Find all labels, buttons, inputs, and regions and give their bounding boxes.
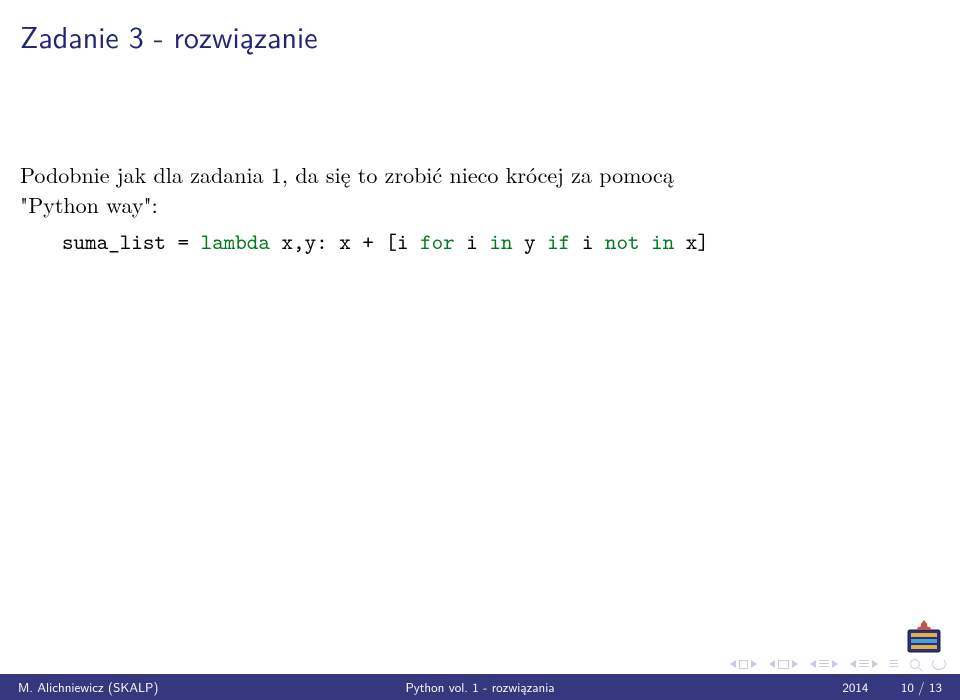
kw-in: in <box>651 227 674 256</box>
code-text: y <box>513 227 548 256</box>
footer-title: Python vol. 1 - rozwiązania <box>326 678 634 697</box>
code-text: x] <box>674 227 709 256</box>
nav-slide-group <box>730 660 757 669</box>
nav-subsection-group <box>810 660 838 669</box>
nav-prev-section-icon[interactable] <box>769 660 775 668</box>
nav-search-group <box>850 660 878 669</box>
footer-page: 10 / 13 <box>901 678 942 697</box>
search-icon[interactable] <box>910 659 920 669</box>
logo-image <box>906 618 942 654</box>
kw-in: in <box>489 227 512 256</box>
footer-bar: M. Alichniewicz (SKALP) Python vol. 1 - … <box>0 674 960 700</box>
body-line-1: Podobnie jak dla zadania 1, da się to zr… <box>20 159 674 190</box>
nav-bars-icon[interactable] <box>890 660 898 669</box>
code-text: suma_list = <box>62 227 201 256</box>
loop-icon[interactable] <box>932 658 946 670</box>
nav-back-icon[interactable] <box>850 660 856 668</box>
code-text <box>640 227 652 256</box>
nav-section-icon[interactable] <box>778 660 789 669</box>
footer-author: M. Alichniewicz (SKALP) <box>0 678 326 697</box>
kw-if: if <box>547 227 570 256</box>
nav-section-group <box>769 660 798 669</box>
code-text: x,y: x + [i <box>270 227 420 256</box>
footer-year: 2014 <box>842 678 868 697</box>
kw-not: not <box>605 227 640 256</box>
body-line-2: "Python way": <box>20 189 158 220</box>
code-text: i <box>570 227 605 256</box>
nav-next-section-icon[interactable] <box>792 660 798 668</box>
nav-next-sub-icon[interactable] <box>832 660 838 668</box>
kw-for: for <box>420 227 455 256</box>
nav-next-slide-icon[interactable] <box>751 660 757 668</box>
nav-prev-slide-icon[interactable] <box>730 660 736 668</box>
kw-lambda: lambda <box>201 227 270 256</box>
nav-fwd-icon[interactable] <box>872 660 878 668</box>
slide-body: Podobnie jak dla zadania 1, da się to zr… <box>20 160 940 257</box>
code-text: i <box>455 227 490 256</box>
code-line: suma_list = lambda x,y: x + [i for i in … <box>20 227 940 257</box>
nav-lines-icon[interactable] <box>819 660 829 669</box>
slide-title: Zadanie 3 - rozwiązanie <box>20 14 318 58</box>
nav-lines2-icon[interactable] <box>859 660 869 669</box>
nav-toolbar <box>730 658 946 670</box>
nav-slide-icon[interactable] <box>739 660 748 669</box>
footer-right: 2014 10 / 13 <box>634 678 960 697</box>
nav-prev-sub-icon[interactable] <box>810 660 816 668</box>
